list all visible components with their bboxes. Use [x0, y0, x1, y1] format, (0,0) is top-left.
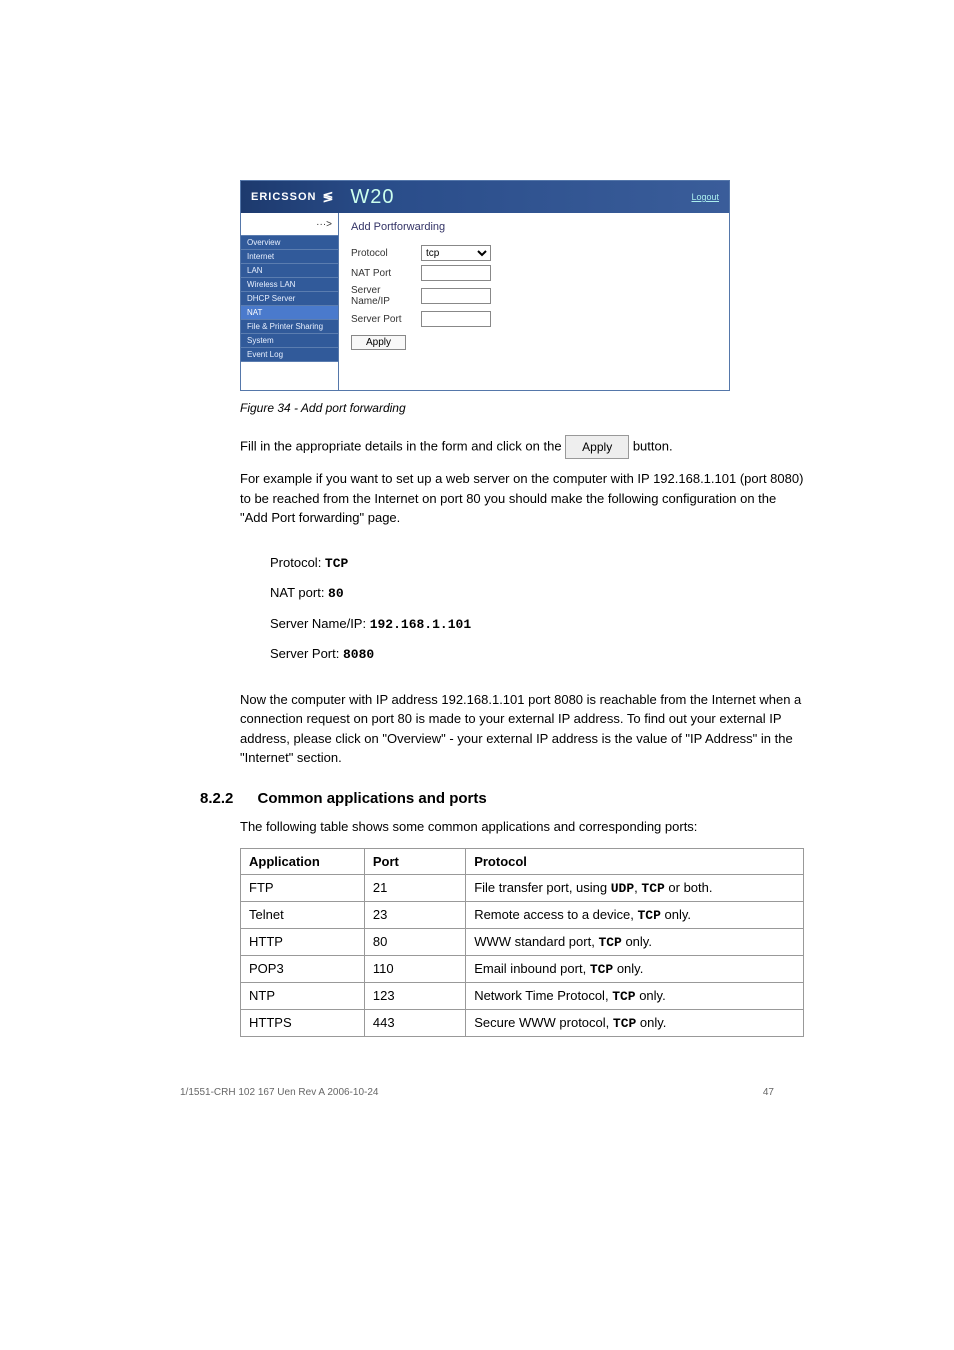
sidebar-item-event-log[interactable]: Event Log	[241, 347, 338, 362]
ex-sp-label: Server Port:	[270, 646, 343, 661]
sidebar-item-system[interactable]: System	[241, 333, 338, 347]
brand-label: ERICSSON ≶	[251, 189, 334, 205]
table-row: HTTP 80 WWW standard port, TCP only.	[241, 929, 804, 956]
table-row: POP3 110 Email inbound port, TCP only.	[241, 956, 804, 983]
page-footer: 1/1551-CRH 102 167 Uen Rev A 2006-10-24 …	[100, 1087, 854, 1098]
example-server-name-ip: Server Name/IP: 192.168.1.101	[270, 614, 804, 635]
server-name-ip-label: Server Name/IP	[351, 285, 421, 307]
brand-mark-icon: ≶	[322, 189, 334, 205]
doc-paragraph-2: For example if you want to set up a web …	[240, 469, 804, 528]
cell-protocol: Email inbound port, TCP only.	[466, 956, 804, 983]
breadcrumb: ···>	[241, 213, 338, 235]
content-area: Add Portforwarding Protocol tcp NAT Port…	[339, 213, 729, 390]
server-name-ip-input[interactable]	[421, 288, 491, 304]
cell-protocol: Network Time Protocol, TCP only.	[466, 983, 804, 1010]
brand-text: ERICSSON	[251, 191, 316, 203]
ex-proto-label: Protocol:	[270, 555, 325, 570]
cell-app: HTTP	[241, 929, 365, 956]
server-port-label: Server Port	[351, 314, 421, 325]
doc-paragraph-4: The following table shows some common ap…	[240, 817, 804, 837]
nat-port-label: NAT Port	[351, 268, 421, 279]
example-server-port: Server Port: 8080	[270, 644, 804, 665]
section-number: 8.2.2	[200, 790, 233, 807]
doc-paragraph-3: Now the computer with IP address 192.168…	[240, 690, 804, 768]
cell-protocol: WWW standard port, TCP only.	[466, 929, 804, 956]
logout-link[interactable]: Logout	[691, 192, 719, 202]
ex-proto-val: TCP	[325, 556, 348, 571]
sidebar: ···> Overview Internet LAN Wireless LAN …	[241, 213, 339, 390]
example-nat-port: NAT port: 80	[270, 583, 804, 604]
ex-srv-val: 192.168.1.101	[370, 617, 471, 632]
sidebar-item-overview[interactable]: Overview	[241, 235, 338, 249]
cell-port: 80	[364, 929, 465, 956]
footer-right: 47	[763, 1087, 774, 1098]
cell-app: FTP	[241, 875, 365, 902]
th-protocol: Protocol	[466, 849, 804, 875]
table-header-row: Application Port Protocol	[241, 849, 804, 875]
nat-port-input[interactable]	[421, 265, 491, 281]
p1-text-a: Fill in the appropriate details in the f…	[240, 438, 565, 453]
section-title-text: Common applications and ports	[258, 790, 487, 807]
p1-text-b: button.	[633, 438, 673, 453]
doc-paragraph-1: Fill in the appropriate details in the f…	[240, 435, 804, 459]
table-row: HTTPS 443 Secure WWW protocol, TCP only.	[241, 1010, 804, 1037]
th-application: Application	[241, 849, 365, 875]
apply-button[interactable]: Apply	[351, 335, 406, 350]
app-window: ERICSSON ≶ W20 Logout ···> Overview Inte…	[240, 180, 730, 391]
sidebar-item-file-printer-sharing[interactable]: File & Printer Sharing	[241, 319, 338, 333]
sidebar-item-dhcp-server[interactable]: DHCP Server	[241, 291, 338, 305]
cell-app: POP3	[241, 956, 365, 983]
protocol-label: Protocol	[351, 248, 421, 259]
ports-table: Application Port Protocol FTP 21 File tr…	[240, 848, 804, 1037]
example-protocol: Protocol: TCP	[270, 553, 804, 574]
sidebar-item-wireless-lan[interactable]: Wireless LAN	[241, 277, 338, 291]
footer-left: 1/1551-CRH 102 167 Uen Rev A 2006-10-24	[180, 1087, 378, 1098]
cell-protocol: Secure WWW protocol, TCP only.	[466, 1010, 804, 1037]
cell-app: HTTPS	[241, 1010, 365, 1037]
apply-button-illustration: Apply	[565, 435, 629, 459]
model-label: W20	[350, 186, 394, 209]
ex-srv-label: Server Name/IP:	[270, 616, 370, 631]
ex-nat-label: NAT port:	[270, 585, 328, 600]
cell-app: Telnet	[241, 902, 365, 929]
ex-sp-val: 8080	[343, 647, 374, 662]
sidebar-item-nat[interactable]: NAT	[241, 305, 338, 319]
section-heading: 8.2.2 Common applications and ports	[200, 790, 854, 807]
cell-port: 110	[364, 956, 465, 983]
cell-port: 21	[364, 875, 465, 902]
cell-port: 123	[364, 983, 465, 1010]
cell-protocol: File transfer port, using UDP, TCP or bo…	[466, 875, 804, 902]
cell-protocol: Remote access to a device, TCP only.	[466, 902, 804, 929]
cell-app: NTP	[241, 983, 365, 1010]
table-row: NTP 123 Network Time Protocol, TCP only.	[241, 983, 804, 1010]
table-row: Telnet 23 Remote access to a device, TCP…	[241, 902, 804, 929]
protocol-select[interactable]: tcp	[421, 245, 491, 261]
cell-port: 443	[364, 1010, 465, 1037]
cell-port: 23	[364, 902, 465, 929]
th-port: Port	[364, 849, 465, 875]
table-row: FTP 21 File transfer port, using UDP, TC…	[241, 875, 804, 902]
figure-caption: Figure 34 - Add port forwarding	[240, 401, 854, 415]
server-port-input[interactable]	[421, 311, 491, 327]
sidebar-item-internet[interactable]: Internet	[241, 249, 338, 263]
section-title: Add Portforwarding	[351, 221, 717, 233]
ex-nat-val: 80	[328, 586, 344, 601]
sidebar-item-lan[interactable]: LAN	[241, 263, 338, 277]
app-header: ERICSSON ≶ W20 Logout	[241, 181, 729, 213]
